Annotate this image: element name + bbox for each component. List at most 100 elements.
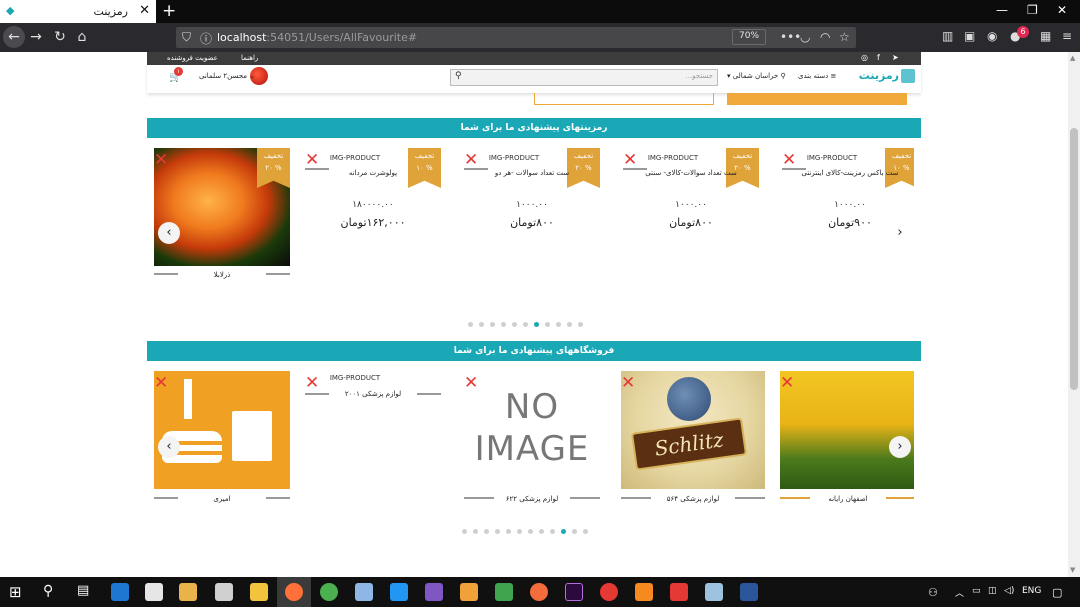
close-window-icon[interactable]: ✕ [1057,3,1067,17]
url-text[interactable]: localhost:54051/Users/AllFavourite# [217,31,417,44]
forward-icon[interactable]: → [25,26,47,48]
carousel-dots[interactable] [459,529,591,535]
cart-icon[interactable]: 🛒 ۱ [169,67,183,83]
file-explorer-icon[interactable] [250,583,268,601]
chrome-icon[interactable] [320,583,338,601]
office-icon[interactable] [460,583,478,601]
product-name[interactable]: پولوشرت مردانه [305,169,441,177]
search-icon[interactable]: ⚲ [455,71,462,81]
store-card[interactable]: IMG-PRODUCT ✕ لوازم پزشکی ۲۰۰۱ [305,371,441,511]
extensions-icon[interactable]: ▦ [1040,29,1051,43]
scroll-up-icon[interactable]: ▲ [1070,54,1075,62]
link-seller-signup[interactable]: عضویت فروشنده [167,54,218,62]
scroll-down-icon[interactable]: ▼ [1070,566,1075,574]
info-icon[interactable]: ⓘ [200,30,212,47]
category-menu[interactable]: ≡ دسته بندی [798,72,836,80]
premiere-icon[interactable] [565,583,583,601]
library-icon[interactable]: ▥ [942,29,953,43]
minimize-icon[interactable]: — [996,3,1008,17]
product-card[interactable]: IMG-PRODUCT تخفیف ۱۰ % ✕ پولوشرت مردانه … [305,148,441,288]
remove-favourite-icon[interactable]: ✕ [305,152,319,169]
carousel-dot[interactable] [506,529,511,534]
volume-icon[interactable]: ◁) [1004,586,1014,596]
carousel-dot[interactable] [534,322,539,327]
product-card[interactable]: IMG-PRODUCT تخفیف ۲۰ % ✕ ست تعداد سوالات… [623,148,759,288]
menu-icon[interactable]: ≡ [1062,29,1072,43]
carousel-dot[interactable] [561,529,566,534]
tray-expand-icon[interactable]: ︿ [955,586,964,599]
product-name[interactable]: ست باکس رمزینت-کالای اینترنتی [782,169,914,177]
product-card[interactable]: تخفیف ۲۰ % ✕ ذرلابلا [154,148,290,288]
carousel-dot[interactable] [490,322,495,327]
page-scrollbar[interactable]: ▲ ▼ [1068,52,1080,577]
start-icon[interactable]: ⊞ [9,583,27,601]
page-actions-icon[interactable]: ••• [780,30,801,44]
people-icon[interactable]: ⚇ [928,586,938,599]
language-indicator[interactable]: ENG [1022,586,1041,596]
remove-favourite-icon[interactable]: ✕ [623,152,637,169]
carousel-dot[interactable] [572,529,577,534]
store-card[interactable]: Schlitz ✕ لوازم پزشکی ۵۶۴ [621,371,765,511]
product-name[interactable]: ست تعداد سوالات -هر دو [464,169,600,177]
remove-favourite-icon[interactable]: ✕ [464,152,478,169]
carousel-dot[interactable] [517,529,522,534]
remove-favourite-icon[interactable]: ✕ [780,375,794,392]
carousel-dot[interactable] [495,529,500,534]
site-logo[interactable]: رمزینت [857,69,915,89]
pocket-icon[interactable]: ◡ [800,30,810,44]
new-tab-icon[interactable]: + [162,1,176,21]
store-name[interactable]: لوازم پزشکی ۲۰۰۱ [305,390,441,398]
peek-button-suggest[interactable] [534,93,714,105]
carousel-dots[interactable] [465,322,586,328]
link-help[interactable]: راهنما [241,54,258,62]
sidebar-icon[interactable]: ▣ [964,29,975,43]
battery-icon[interactable]: ▭ [972,586,981,596]
photos-icon[interactable] [495,583,513,601]
scroll-thumb[interactable] [1070,128,1078,390]
carousel-dot[interactable] [484,529,489,534]
word-icon[interactable] [740,583,758,601]
carousel-dot[interactable] [583,529,588,534]
search-input[interactable]: ⚲ جستجو... [450,69,718,86]
carousel-dot[interactable] [528,529,533,534]
notes-icon[interactable] [705,583,723,601]
firefox-icon[interactable] [285,583,303,601]
facebook-icon[interactable]: f [877,53,880,62]
carousel-prev-icon[interactable]: ‹ [158,222,180,244]
product-name[interactable]: ست تعداد سوالات-کالای- سنتی [623,169,759,177]
carousel-dot[interactable] [539,529,544,534]
remove-favourite-icon[interactable]: ✕ [621,375,635,392]
carousel-prev-icon[interactable]: ‹ [158,436,180,458]
colors-icon[interactable] [600,583,618,601]
carousel-dot[interactable] [468,322,473,327]
virtualbox-icon[interactable] [355,583,373,601]
carousel-dot[interactable] [512,322,517,327]
store-image[interactable]: Schlitz [621,371,765,489]
remove-favourite-icon[interactable]: ✕ [782,152,796,169]
carousel-dot[interactable] [550,529,555,534]
url-bar[interactable]: ⛉ ⓘ localhost:54051/Users/AllFavourite# … [176,27,856,48]
anydesk-icon[interactable] [670,583,688,601]
carousel-dot[interactable] [462,529,467,534]
search-icon[interactable]: ⚲ [43,583,61,601]
store-image[interactable] [154,371,290,489]
vscode-icon[interactable] [390,583,408,601]
home-icon[interactable]: ⌂ [71,26,93,48]
store-image[interactable] [780,371,914,489]
store-icon[interactable] [145,583,163,601]
remove-favourite-icon[interactable]: ✕ [464,375,478,392]
carousel-dot[interactable] [545,322,550,327]
edge-icon[interactable] [111,583,129,601]
shield-icon[interactable]: ⛉ [182,30,191,45]
carousel-dot[interactable] [479,322,484,327]
zoom-level[interactable]: 70% [732,29,767,45]
store-card[interactable]: NO IMAGE ✕ لوازم پزشکی ۶۲۲ [464,371,600,511]
carousel-dot[interactable] [556,322,561,327]
carousel-dot[interactable] [567,322,572,327]
browser-tab[interactable]: ◆ رمزینت ✕ [0,0,156,23]
location-selector[interactable]: ⚲ خراسان شمالی ▾ [727,72,786,80]
bookmark-star-icon[interactable]: ☆ [839,30,850,44]
restore-icon[interactable]: ❐ [1027,3,1038,17]
carousel-dot[interactable] [473,529,478,534]
telegram-icon[interactable]: ➤ [892,53,899,62]
